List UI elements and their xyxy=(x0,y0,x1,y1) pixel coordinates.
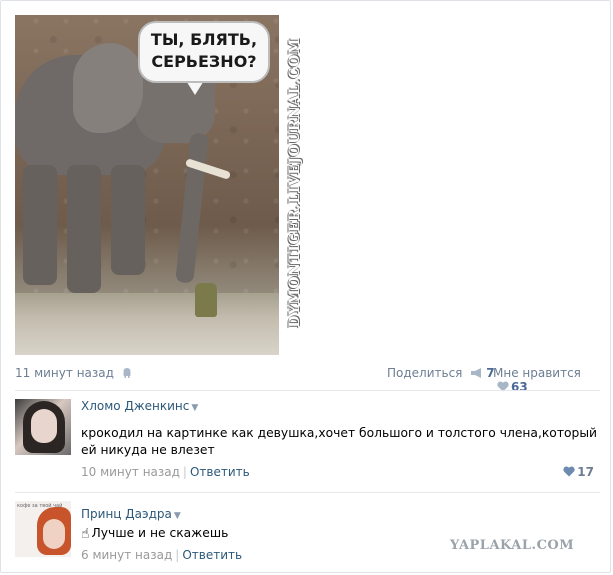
image-watermark: DYMONTIGER.LIVEJOURNAL.COM xyxy=(285,25,305,343)
speech-text-line2: СЕРЬЕЗНО? xyxy=(151,52,257,71)
share-label[interactable]: Поделиться xyxy=(387,366,462,380)
post-card: ТЫ, БЛЯТЬ, СЕРЬЕЗНО? DYMONTIGER.LIVEJOUR… xyxy=(0,0,611,573)
avatar[interactable]: кофе за твой чай xyxy=(15,501,71,557)
comment-author[interactable]: Принц Даэдра ▼ xyxy=(81,507,181,521)
elephant-leg xyxy=(67,165,101,293)
share-button[interactable]: Поделиться 7 xyxy=(387,366,495,380)
comment-text-value: Лучше и не скажешь xyxy=(91,526,229,540)
water-pool xyxy=(15,293,279,355)
caret-down-icon[interactable]: ▼ xyxy=(191,403,198,413)
comment-time[interactable]: 6 минут назад xyxy=(81,548,172,562)
divider xyxy=(15,492,600,493)
android-icon xyxy=(123,368,131,378)
avatar-face xyxy=(43,519,65,549)
comment-like-button[interactable]: 17 xyxy=(559,465,594,479)
heart-icon xyxy=(563,466,575,477)
comment-time[interactable]: 10 минут назад xyxy=(81,465,180,479)
reply-link[interactable]: Ответить xyxy=(190,465,250,479)
comment-meta: 6 минут назад | Ответить xyxy=(81,548,242,562)
avatar-face xyxy=(31,409,57,443)
avatar[interactable] xyxy=(15,399,71,455)
crocodile xyxy=(195,283,217,317)
elephant-leg xyxy=(111,165,145,275)
author-name[interactable]: Принц Даэдра xyxy=(81,507,172,521)
speech-text-line1: ТЫ, БЛЯТЬ, xyxy=(150,30,258,49)
elephant-leg xyxy=(23,165,57,285)
post-time[interactable]: 11 минут назад xyxy=(15,366,132,380)
like-label[interactable]: Мне нравится xyxy=(493,366,581,380)
comment: Хломо Дженкинс ▼ крокодил на картинке как… xyxy=(15,399,600,487)
comment-author[interactable]: Хломо Дженкинс ▼ xyxy=(81,399,198,413)
pointing-finger-icon: ☝ xyxy=(81,526,90,542)
divider xyxy=(15,390,600,391)
post-meta: 11 минут назад Поделиться 7 Мне нравится… xyxy=(15,366,600,394)
site-watermark: YAPLAKAL.COM xyxy=(450,538,575,553)
separator: | xyxy=(175,548,180,562)
like-count: 63 xyxy=(511,380,528,394)
caret-down-icon[interactable]: ▼ xyxy=(174,511,181,521)
comment: кофе за твой чай Принц Даэдра ▼ ☝ Лучше и … xyxy=(15,501,600,567)
megaphone-icon xyxy=(471,368,482,378)
separator: | xyxy=(182,465,187,479)
post-time-text[interactable]: 11 минут назад xyxy=(15,366,114,380)
author-name[interactable]: Хломо Дженкинс xyxy=(81,399,189,413)
comment-like-count: 17 xyxy=(577,465,594,479)
watermark-text: DYMONTIGER.LIVEJOURNAL.COM xyxy=(287,38,303,328)
post-image[interactable]: ТЫ, БЛЯТЬ, СЕРЬЕЗНО? xyxy=(15,15,279,355)
comment-text: крокодил на картинке как девушка,хочет б… xyxy=(81,426,598,457)
reply-link[interactable]: Ответить xyxy=(182,548,242,562)
speech-bubble: ТЫ, БЛЯТЬ, СЕРЬЕЗНО? xyxy=(138,21,270,83)
comment-meta: 10 минут назад | Ответить xyxy=(81,465,250,479)
